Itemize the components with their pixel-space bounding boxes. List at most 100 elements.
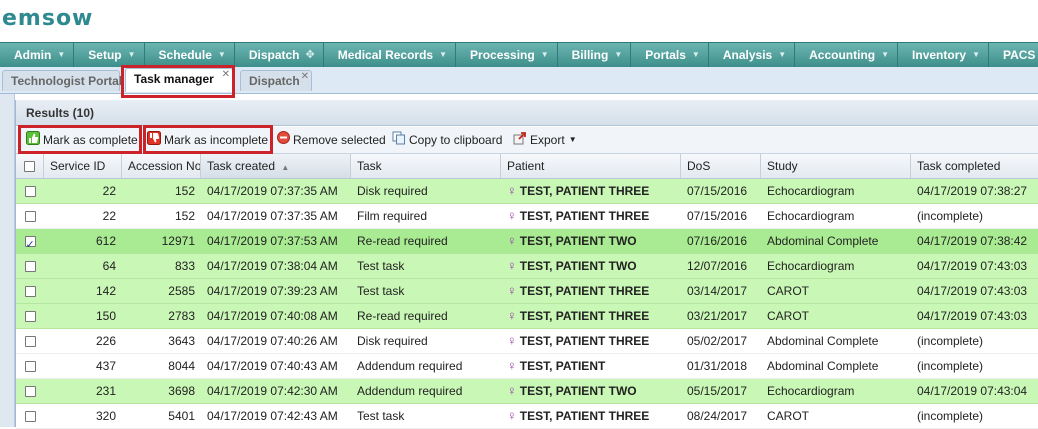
cell-study: Echocardiogram — [767, 209, 855, 223]
cell-patient: ♀ TEST, PATIENT TWO — [501, 254, 681, 278]
cell-accession-no: 2585 — [168, 284, 195, 298]
row-checkbox[interactable] — [16, 254, 44, 278]
nav-item-processing[interactable]: Processing ▼ — [456, 43, 558, 67]
logo-bar: emsow — [0, 0, 1038, 40]
patient-name: TEST, PATIENT TWO — [519, 384, 637, 398]
cell-dos: 03/21/2017 — [687, 309, 748, 323]
results-panel: Results (10) Mark as complete Mark as in… — [15, 100, 1038, 429]
column-header-service-id[interactable]: Service ID — [44, 154, 122, 178]
table-row[interactable]: 22 152 04/17/2019 07:37:35 AM Film required… — [16, 204, 1038, 229]
results-title: Results (10) — [16, 100, 1038, 126]
chevron-down-icon: ▼ — [568, 135, 577, 144]
table-row[interactable]: 150 2783 04/17/2019 07:40:08 AM Re-read req… — [16, 304, 1038, 329]
nav-item-billing[interactable]: Billing ▼ — [558, 43, 632, 67]
table-row[interactable]: 226 3643 04/17/2019 07:40:26 AM Disk requir… — [16, 329, 1038, 354]
cell-task-created: 04/17/2019 07:37:53 AM — [207, 234, 338, 248]
row-checkbox[interactable] — [16, 204, 44, 228]
cell-accession-no: 833 — [174, 259, 195, 273]
row-checkbox[interactable] — [16, 179, 44, 203]
cell-study: Abdominal Complete — [767, 334, 879, 348]
toolbar: Mark as complete Mark as incomplete Remo… — [16, 125, 1038, 154]
cell-dos: 03/14/2017 — [687, 284, 748, 298]
chevron-down-icon: ▼ — [127, 50, 136, 59]
close-icon[interactable]: ✕ — [301, 66, 309, 87]
row-checkbox[interactable] — [16, 279, 44, 303]
table-row[interactable]: 64 833 04/17/2019 07:38:04 AM Test task ♀ TES… — [16, 254, 1038, 279]
column-header-task-completed[interactable]: Task completed — [911, 154, 1038, 178]
row-checkbox[interactable] — [16, 329, 44, 353]
cell-patient: ♀ TEST, PATIENT THREE — [501, 329, 681, 353]
nav-item-accounting[interactable]: Accounting ▼ — [795, 43, 899, 67]
chevron-down-icon: ▼ — [614, 50, 623, 59]
nav-item-label: Schedule — [158, 48, 212, 62]
cell-dos: 07/16/2016 — [687, 234, 748, 248]
column-header-dos[interactable]: DoS — [681, 154, 761, 178]
nav-item-analysis[interactable]: Analysis ▼ — [709, 43, 796, 67]
cell-patient: ♀ TEST, PATIENT THREE — [501, 179, 681, 203]
table-row[interactable]: 22 152 04/17/2019 07:37:35 AM Disk required… — [16, 179, 1038, 204]
cell-accession-no: 152 — [174, 209, 195, 223]
checkbox-icon — [24, 210, 36, 222]
table-row[interactable]: 231 3698 04/17/2019 07:42:30 AM Addendum re… — [16, 379, 1038, 404]
checkbox-icon — [24, 410, 36, 422]
cell-accession-no: 5401 — [168, 409, 195, 423]
remove-selected-label: Remove selected — [293, 133, 386, 147]
cell-patient: ♀ TEST, PATIENT TWO — [501, 379, 681, 403]
column-header-patient[interactable]: Patient — [501, 154, 681, 178]
patient-name: TEST, PATIENT THREE — [519, 209, 650, 223]
patient-name: TEST, PATIENT THREE — [519, 334, 650, 348]
export-button[interactable]: Export ▼ — [513, 131, 577, 149]
nav-item-label: Analysis — [722, 48, 773, 62]
column-header-study[interactable]: Study — [761, 154, 911, 178]
tab-label: Dispatch — [249, 74, 300, 88]
nav-item-label: Portals — [645, 48, 686, 62]
column-header-task[interactable]: Task — [351, 154, 501, 178]
female-icon: ♀ — [507, 183, 517, 198]
select-all-checkbox[interactable] — [16, 154, 44, 178]
copy-icon — [392, 131, 406, 150]
table-row[interactable]: 142 2585 04/17/2019 07:39:23 AM Test task ♀ T… — [16, 279, 1038, 304]
row-checkbox[interactable] — [16, 404, 44, 428]
nav-item-pacs[interactable]: PACS▼ — [989, 43, 1038, 67]
table-row[interactable]: 320 5401 04/17/2019 07:42:43 AM Test task ♀ T… — [16, 404, 1038, 429]
row-checkbox[interactable] — [16, 354, 44, 378]
remove-selected-button[interactable]: Remove selected — [277, 131, 386, 149]
cell-task-completed: 04/17/2019 07:38:27 — [917, 184, 1028, 198]
cell-patient: ♀ TEST, PATIENT THREE — [501, 404, 681, 428]
copy-clipboard-button[interactable]: Copy to clipboard — [392, 131, 502, 149]
chevron-down-icon: ▼ — [439, 50, 448, 59]
cell-task: Test task — [357, 409, 405, 423]
remove-circle-icon — [277, 131, 290, 149]
cell-study: Echocardiogram — [767, 384, 855, 398]
nav-item-label: Dispatch — [248, 48, 300, 62]
tab-technologist-portal[interactable]: Technologist Portal — [2, 70, 122, 91]
results-grid: Service ID Accession No Task created ▲ T… — [16, 154, 1038, 429]
nav-item-portals[interactable]: Portals ▼ — [631, 43, 709, 67]
nav-item-inventory[interactable]: Inventory ▼ — [898, 43, 989, 67]
row-checkbox[interactable] — [16, 379, 44, 403]
cell-service-id: 22 — [102, 184, 116, 198]
row-checkbox[interactable] — [16, 304, 44, 328]
checkbox-icon — [24, 310, 36, 322]
nav-item-admin[interactable]: Admin ▼ — [0, 43, 75, 67]
female-icon: ♀ — [507, 358, 517, 373]
row-checkbox[interactable] — [16, 229, 44, 253]
nav-item-label: Billing — [571, 48, 609, 62]
female-icon: ♀ — [507, 233, 517, 248]
female-icon: ♀ — [507, 208, 517, 223]
tab-dispatch[interactable]: Dispatch ✕ — [240, 70, 312, 91]
sort-ascending-icon: ▲ — [281, 163, 290, 172]
nav-item-setup[interactable]: Setup ▼ — [74, 43, 145, 67]
cell-task: Re-read required — [357, 309, 448, 323]
cell-service-id: 142 — [95, 284, 116, 298]
patient-name: TEST, PATIENT — [519, 359, 606, 373]
column-header-accession-no[interactable]: Accession No — [122, 154, 201, 178]
cell-task-completed: 04/17/2019 07:43:04 — [917, 384, 1028, 398]
table-row[interactable]: 437 8044 04/17/2019 07:40:43 AM Addendum re… — [16, 354, 1038, 379]
nav-item-medical-records[interactable]: Medical Records ▼ — [324, 43, 457, 67]
cell-task-created: 04/17/2019 07:39:23 AM — [207, 284, 338, 298]
table-row[interactable]: 612 12971 04/17/2019 07:37:53 AM Re-read re… — [16, 229, 1038, 254]
cell-task-created: 04/17/2019 07:42:30 AM — [207, 384, 338, 398]
nav-item-dispatch[interactable]: Dispatch ✥ — [235, 43, 324, 67]
column-header-task-created[interactable]: Task created ▲ — [201, 154, 351, 178]
